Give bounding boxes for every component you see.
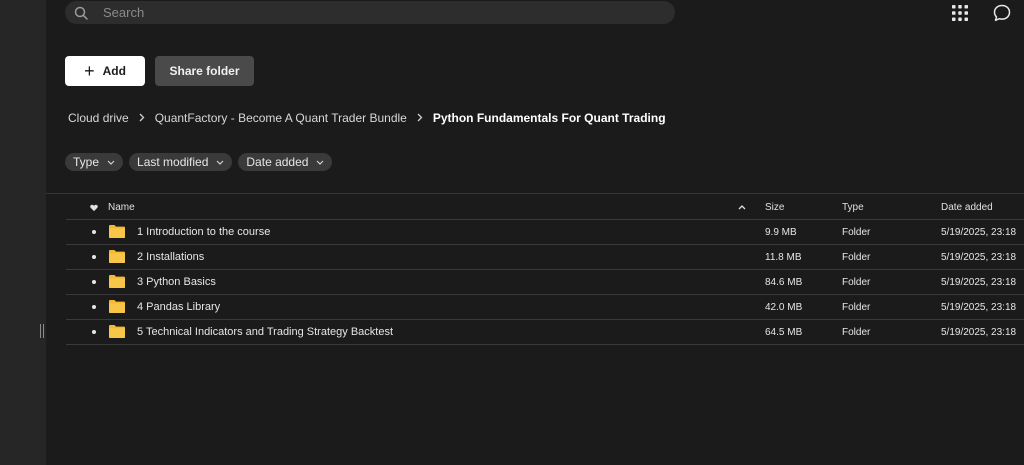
row-type: Folder: [842, 251, 871, 263]
chevron-right-icon: [417, 111, 423, 125]
row-bullet: [90, 330, 98, 334]
row-name: 3 Python Basics: [137, 276, 216, 288]
row-name: 5 Technical Indicators and Trading Strat…: [137, 326, 393, 338]
filter-date-added-label: Date added: [246, 155, 309, 169]
add-button[interactable]: + Add: [65, 56, 145, 86]
row-size: 42.0 MB: [765, 301, 803, 313]
folder-icon: [109, 324, 125, 338]
filter-bar: Type Last modified Date added: [65, 153, 338, 171]
breadcrumb-current-folder: Python Fundamentals For Quant Trading: [432, 111, 666, 125]
folder-icon: [109, 274, 125, 288]
breadcrumb-quantfactory[interactable]: QuantFactory - Become A Quant Trader Bun…: [155, 111, 407, 125]
table-header: Name Size Type Date added: [66, 196, 1024, 220]
row-name: 4 Pandas Library: [137, 301, 221, 313]
row-size: 11.8 MB: [765, 251, 802, 263]
filter-type-label: Type: [73, 155, 100, 169]
search-bar[interactable]: [65, 1, 675, 24]
apps-grid-icon[interactable]: [950, 3, 970, 23]
chevron-down-icon: [107, 160, 115, 165]
chevron-right-icon: [139, 111, 145, 125]
chevron-down-icon: [316, 160, 324, 165]
table-row[interactable]: 3 Python Basics 84.6 MB Folder 5/19/2025…: [66, 270, 1024, 295]
table-row[interactable]: 4 Pandas Library 42.0 MB Folder 5/19/202…: [66, 295, 1024, 320]
row-size: 9.9 MB: [765, 226, 797, 238]
filter-last-modified[interactable]: Last modified: [129, 153, 233, 171]
row-date-added: 5/19/2025, 23:18: [941, 276, 1017, 288]
sidebar-resize-handle[interactable]: [40, 324, 44, 338]
table-row[interactable]: 2 Installations 11.8 MB Folder 5/19/2025…: [66, 245, 1024, 270]
table-divider: [46, 193, 1024, 194]
row-bullet: [90, 230, 98, 234]
row-name: 2 Installations: [137, 251, 205, 263]
share-folder-button[interactable]: Share folder: [155, 56, 254, 86]
row-date-added: 5/19/2025, 23:18: [941, 326, 1017, 338]
column-name[interactable]: Name: [108, 202, 135, 213]
chevron-down-icon: [216, 160, 224, 165]
folder-icon: [109, 249, 125, 263]
left-sidebar: [0, 0, 46, 465]
file-table: Name Size Type Date added 1 Introduction…: [66, 196, 1024, 345]
row-date-added: 5/19/2025, 23:18: [941, 301, 1017, 313]
add-button-label: Add: [102, 64, 126, 78]
row-type: Folder: [842, 276, 871, 288]
column-date-added[interactable]: Date added: [941, 202, 993, 213]
row-bullet: [90, 305, 98, 309]
chat-icon[interactable]: [992, 3, 1012, 23]
filter-date-added[interactable]: Date added: [238, 153, 333, 171]
column-type[interactable]: Type: [842, 202, 864, 213]
row-type: Folder: [842, 326, 871, 338]
filter-type[interactable]: Type: [65, 153, 124, 171]
plus-icon: +: [84, 61, 95, 81]
folder-icon: [109, 299, 125, 313]
row-type: Folder: [842, 301, 871, 313]
search-icon: [73, 5, 89, 21]
table-row[interactable]: 1 Introduction to the course 9.9 MB Fold…: [66, 220, 1024, 245]
row-name: 1 Introduction to the course: [137, 226, 271, 238]
row-size: 84.6 MB: [765, 276, 803, 288]
row-type: Folder: [842, 226, 871, 238]
column-size[interactable]: Size: [765, 202, 784, 213]
heart-icon[interactable]: [90, 204, 98, 212]
row-size: 64.5 MB: [765, 326, 803, 338]
row-date-added: 5/19/2025, 23:18: [941, 226, 1017, 238]
filter-last-modified-label: Last modified: [137, 155, 209, 169]
table-row[interactable]: 5 Technical Indicators and Trading Strat…: [66, 320, 1024, 345]
sort-up-icon[interactable]: [738, 205, 746, 210]
share-folder-label: Share folder: [169, 64, 240, 78]
row-bullet: [90, 280, 98, 284]
row-bullet: [90, 255, 98, 259]
folder-icon: [109, 224, 125, 238]
main-content: + Add Share folder Cloud drive QuantFact…: [46, 0, 1024, 465]
row-date-added: 5/19/2025, 23:18: [941, 251, 1017, 263]
search-input[interactable]: [101, 4, 625, 21]
breadcrumb-cloud-drive[interactable]: Cloud drive: [68, 111, 129, 125]
breadcrumb: Cloud drive QuantFactory - Become A Quan…: [68, 111, 666, 125]
